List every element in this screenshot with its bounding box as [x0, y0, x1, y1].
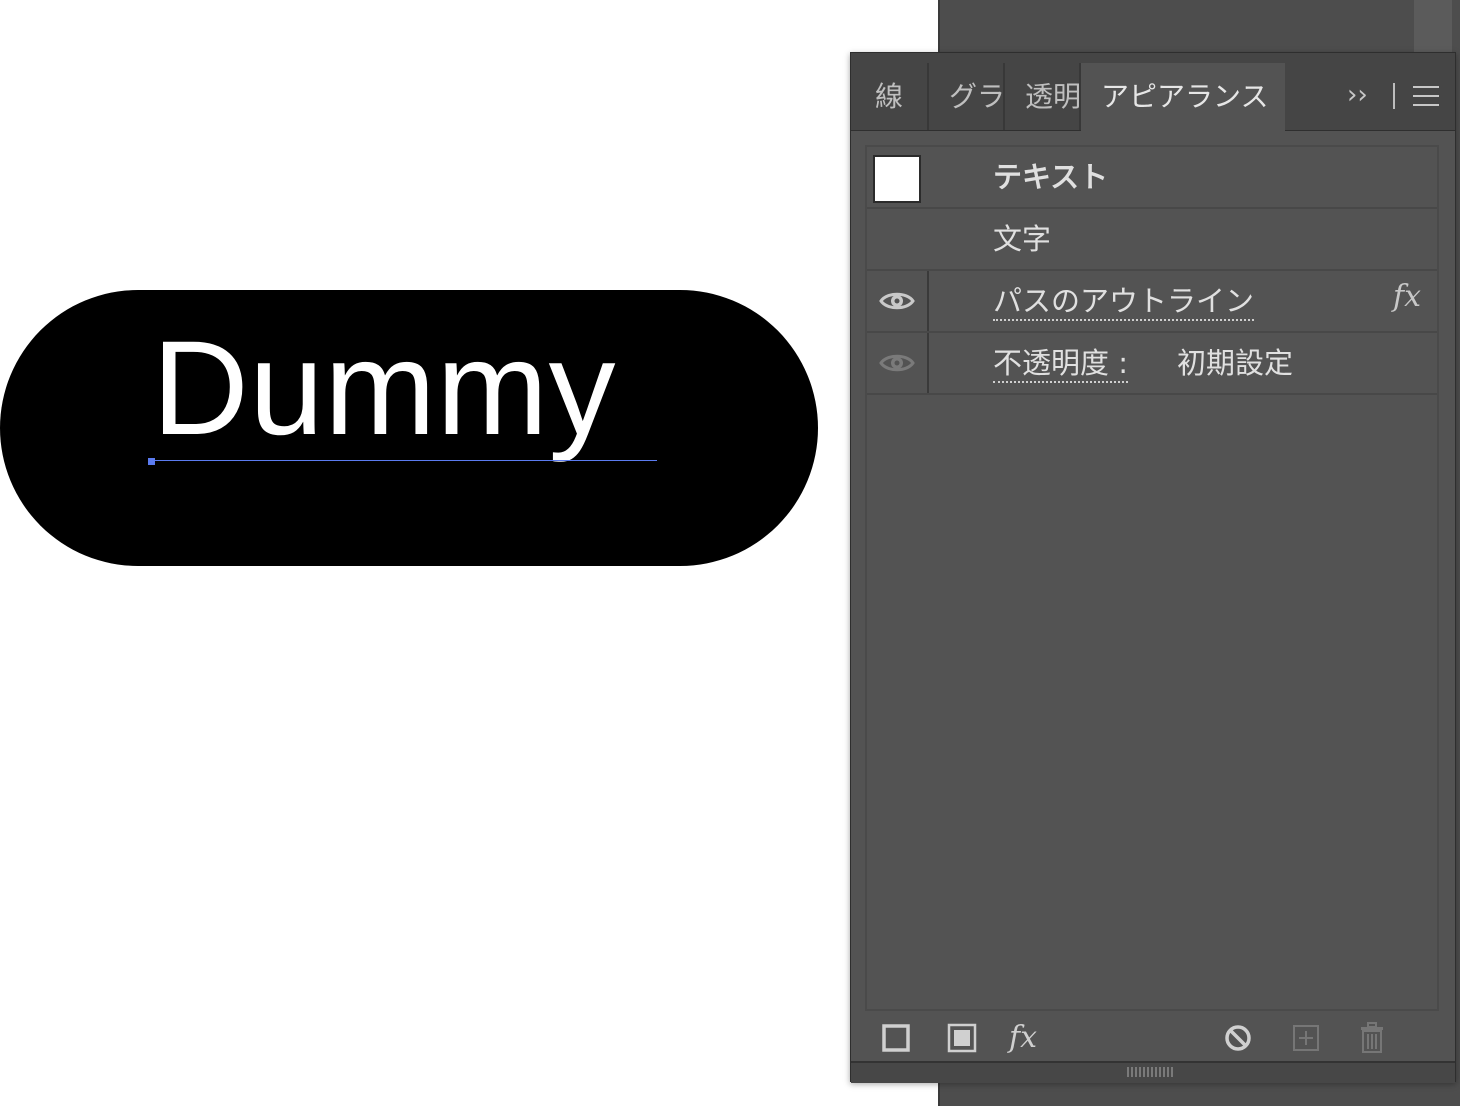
eye-column-divider — [927, 271, 929, 331]
chevron-double-right-icon[interactable]: ›› — [1347, 80, 1368, 110]
dummy-text-object[interactable]: Dummy — [152, 322, 616, 456]
outline-effect-link[interactable]: パスのアウトライン — [993, 271, 1255, 331]
appearance-row-character[interactable]: 文字 — [867, 209, 1437, 271]
appearance-list: テキスト 文字 パスのアウトライン fx 不透明度 : 初期設定 — [865, 145, 1439, 1011]
panel-menu-icon[interactable] — [1413, 86, 1439, 106]
tabbar-divider — [1393, 83, 1395, 109]
duplicate-item-icon[interactable] — [1289, 1021, 1323, 1055]
clear-appearance-icon[interactable] — [1221, 1021, 1255, 1055]
object-type-label: テキスト — [993, 160, 1109, 194]
eye-visibility-icon[interactable] — [879, 290, 915, 312]
panel-bottom-toolbar: fx — [851, 1015, 1455, 1063]
tab-gradient[interactable]: グラ — [929, 63, 1005, 130]
tab-stroke[interactable]: 線 — [851, 63, 929, 130]
eye-visibility-icon[interactable] — [879, 352, 915, 374]
fx-menu-button[interactable]: fx — [1009, 1021, 1059, 1055]
tab-transparency[interactable]: 透明 — [1005, 63, 1081, 130]
trash-icon[interactable] — [1355, 1021, 1389, 1055]
dock-scrollbar[interactable] — [1414, 0, 1452, 52]
panel-resize-bar — [851, 1061, 1455, 1083]
text-baseline-selection — [150, 460, 657, 461]
outline-effect-label[interactable]: パスのアウトライン — [993, 284, 1255, 321]
opacity-link[interactable]: 不透明度 : — [993, 333, 1128, 393]
opacity-label[interactable]: 不透明度 : — [993, 346, 1128, 383]
opacity-value: 初期設定 — [1177, 346, 1294, 380]
panel-tabbar: 線 グラ 透明 アピアランス ›› — [851, 53, 1455, 131]
resize-grip-icon[interactable] — [1127, 1067, 1175, 1077]
appearance-row-opacity[interactable]: 不透明度 : 初期設定 — [867, 333, 1437, 395]
fx-effect-icon[interactable]: fx — [1393, 279, 1421, 314]
add-stroke-icon[interactable] — [879, 1021, 913, 1055]
eye-column-divider — [927, 333, 929, 393]
character-label: 文字 — [993, 222, 1052, 256]
artboard-canvas[interactable]: Dummy — [0, 0, 850, 1106]
appearance-row-header[interactable]: テキスト — [867, 147, 1437, 209]
tab-appearance[interactable]: アピアランス — [1081, 63, 1285, 131]
text-anchor-point[interactable] — [148, 458, 155, 465]
add-fill-icon[interactable] — [945, 1021, 979, 1055]
appearance-panel: 線 グラ 透明 アピアランス ›› テキスト 文字 パスのアウトライン fx 不… — [850, 52, 1456, 1083]
object-swatch-thumbnail — [873, 155, 921, 203]
appearance-row-outline-effect[interactable]: パスのアウトライン fx — [867, 271, 1437, 333]
